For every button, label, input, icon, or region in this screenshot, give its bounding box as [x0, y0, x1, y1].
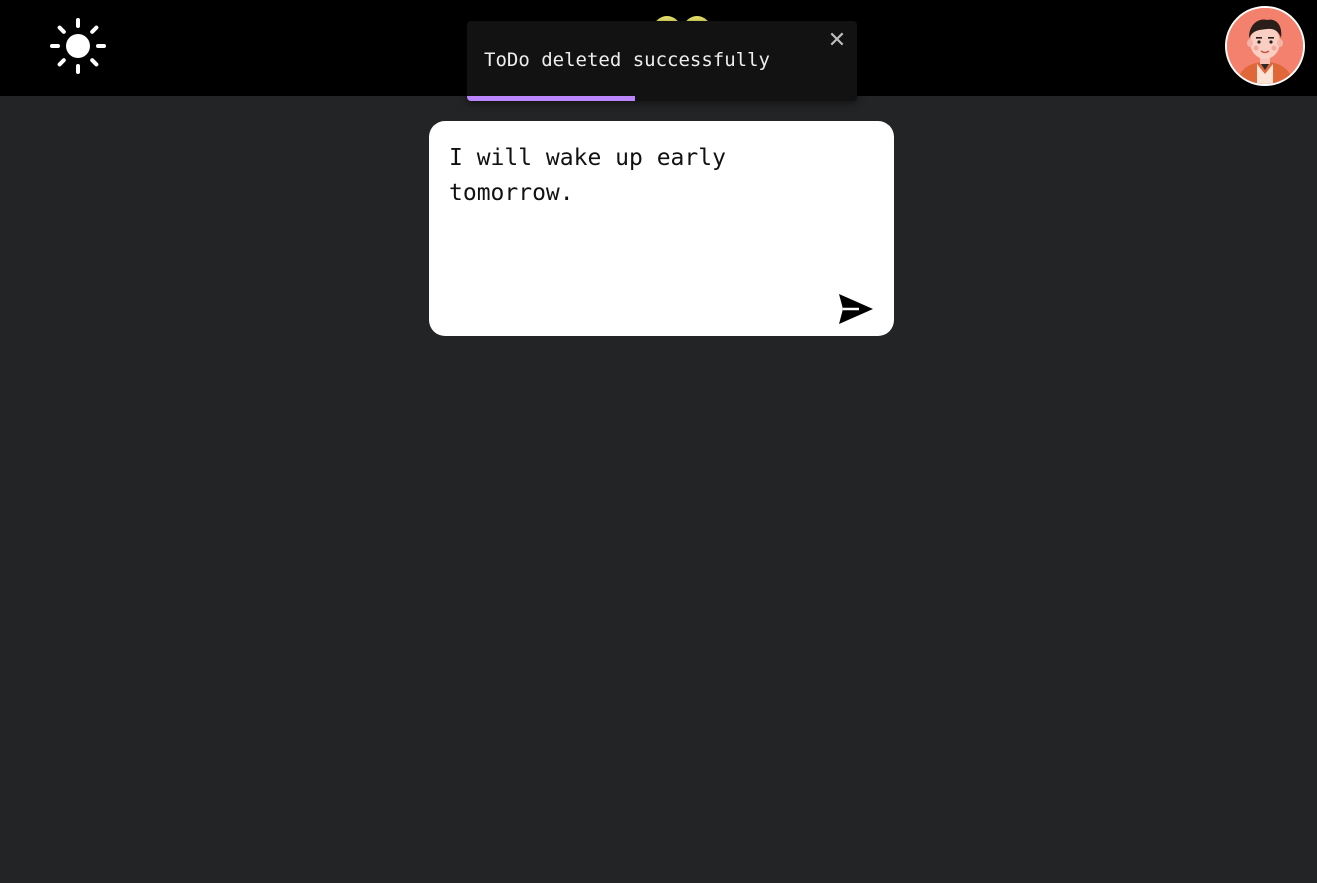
sun-icon [50, 18, 106, 74]
theme-toggle-button[interactable] [48, 16, 108, 76]
close-icon[interactable]: ✕ [825, 29, 849, 53]
send-button[interactable] [833, 291, 877, 327]
user-avatar-icon [1227, 8, 1303, 84]
toast-notification: ToDo deleted successfully ✕ [467, 21, 857, 101]
todo-composer [429, 121, 894, 336]
toast-progress-track [467, 96, 857, 101]
todo-input[interactable] [449, 141, 829, 291]
toast-progress-bar [467, 96, 635, 101]
toast-message: ToDo deleted successfully [484, 49, 770, 71]
user-avatar[interactable] [1225, 6, 1305, 86]
send-icon [839, 294, 873, 324]
